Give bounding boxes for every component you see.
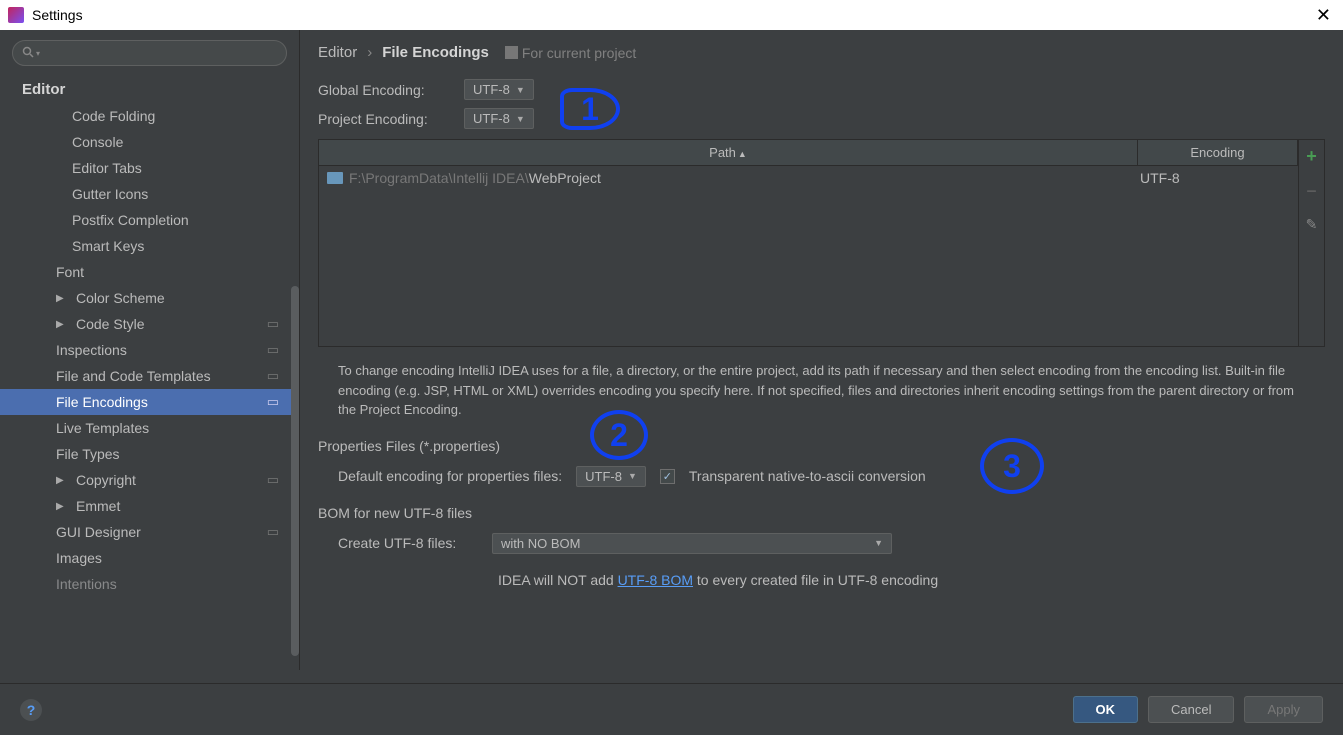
tree-editor-tabs[interactable]: Editor Tabs — [0, 155, 299, 181]
cancel-button[interactable]: Cancel — [1148, 696, 1234, 723]
global-encoding-dropdown[interactable]: UTF-8▼ — [464, 79, 534, 100]
properties-default-label: Default encoding for properties files: — [338, 468, 562, 484]
search-dropdown-icon: ▾ — [36, 49, 40, 58]
tree-smart-keys[interactable]: Smart Keys — [0, 233, 299, 259]
tree-emmet[interactable]: ▶Emmet — [0, 493, 299, 519]
help-button[interactable]: ? — [20, 699, 42, 721]
titlebar: Settings ✕ — [0, 0, 1343, 30]
project-scope-icon: ▭ — [267, 368, 279, 384]
tree-console[interactable]: Console — [0, 129, 299, 155]
edit-button[interactable]: ✎ — [1306, 216, 1318, 233]
properties-encoding-dropdown[interactable]: UTF-8▼ — [576, 466, 646, 487]
create-utf8-label: Create UTF-8 files: — [338, 535, 478, 551]
chevron-down-icon: ▼ — [516, 114, 525, 124]
content-panel: Editor › File Encodings For current proj… — [300, 30, 1343, 670]
chevron-down-icon: ▼ — [516, 85, 525, 95]
folder-icon — [327, 172, 343, 184]
project-scope-icon: ▭ — [267, 524, 279, 540]
footer: ? OK Cancel Apply — [0, 683, 1343, 735]
encoding-table: Path▲ Encoding F:\ProgramData\Intellij I… — [318, 139, 1325, 347]
search-box: ▾ — [12, 40, 287, 66]
table-row[interactable]: F:\ProgramData\Intellij IDEA\WebProject … — [319, 166, 1298, 190]
chevron-right-icon: ▶ — [56, 319, 70, 330]
tree-font[interactable]: Font — [0, 259, 299, 285]
project-encoding-label: Project Encoding: — [318, 111, 452, 127]
bom-note: IDEA will NOT add UTF-8 BOM to every cre… — [498, 572, 1325, 588]
tree-file-types[interactable]: File Types — [0, 441, 299, 467]
close-icon[interactable]: ✕ — [1312, 5, 1335, 26]
project-scope-badge: For current project — [505, 45, 636, 61]
search-icon — [22, 46, 34, 61]
breadcrumb: Editor › File Encodings For current proj… — [318, 44, 1325, 61]
remove-button[interactable]: − — [1306, 181, 1317, 202]
chevron-down-icon: ▼ — [874, 538, 883, 548]
add-button[interactable]: + — [1306, 146, 1317, 167]
scrollbar[interactable] — [291, 286, 299, 656]
tree-code-style[interactable]: ▶Code Style▭ — [0, 311, 299, 337]
tree-intentions[interactable]: Intentions — [0, 571, 299, 597]
chevron-right-icon: ▶ — [56, 293, 70, 304]
search-input[interactable] — [12, 40, 287, 66]
project-scope-icon: ▭ — [267, 342, 279, 358]
create-utf8-dropdown[interactable]: with NO BOM▼ — [492, 533, 892, 554]
tree-file-encodings[interactable]: File Encodings▭ — [0, 389, 299, 415]
app-icon — [8, 7, 24, 23]
apply-button[interactable]: Apply — [1244, 696, 1323, 723]
column-encoding[interactable]: Encoding — [1138, 140, 1298, 165]
tree-live-templates[interactable]: Live Templates — [0, 415, 299, 441]
utf8-bom-link[interactable]: UTF-8 BOM — [618, 572, 693, 588]
window-title: Settings — [32, 7, 83, 23]
chevron-right-icon: ▶ — [56, 475, 70, 486]
tree-gutter-icons[interactable]: Gutter Icons — [0, 181, 299, 207]
tree-color-scheme[interactable]: ▶Color Scheme — [0, 285, 299, 311]
project-scope-icon: ▭ — [267, 316, 279, 332]
project-scope-icon — [505, 46, 518, 59]
tree-inspections[interactable]: Inspections▭ — [0, 337, 299, 363]
tree-images[interactable]: Images — [0, 545, 299, 571]
bom-section-title: BOM for new UTF-8 files — [318, 505, 1325, 521]
tree-copyright[interactable]: ▶Copyright▭ — [0, 467, 299, 493]
tree-file-code-templates[interactable]: File and Code Templates▭ — [0, 363, 299, 389]
project-scope-icon: ▭ — [267, 472, 279, 488]
ok-button[interactable]: OK — [1073, 696, 1139, 723]
transparent-conversion-checkbox[interactable]: ✓ — [660, 469, 675, 484]
properties-section-title: Properties Files (*.properties) — [318, 438, 1325, 454]
breadcrumb-root[interactable]: Editor — [318, 44, 357, 61]
tree-gui-designer[interactable]: GUI Designer▭ — [0, 519, 299, 545]
tree-code-folding[interactable]: Code Folding — [0, 103, 299, 129]
tree-editor-header[interactable]: Editor — [0, 76, 299, 103]
project-scope-icon: ▭ — [267, 394, 279, 410]
chevron-right-icon: › — [367, 44, 372, 61]
global-encoding-label: Global Encoding: — [318, 82, 452, 98]
sidebar: ▾ Editor Code Folding Console Editor Tab… — [0, 30, 300, 670]
tree-postfix-completion[interactable]: Postfix Completion — [0, 207, 299, 233]
chevron-right-icon: ▶ — [56, 501, 70, 512]
chevron-down-icon: ▼ — [628, 471, 637, 481]
project-encoding-dropdown[interactable]: UTF-8▼ — [464, 108, 534, 129]
help-text: To change encoding IntelliJ IDEA uses fo… — [338, 361, 1305, 420]
settings-tree: Editor Code Folding Console Editor Tabs … — [0, 76, 299, 670]
transparent-conversion-label: Transparent native-to-ascii conversion — [689, 468, 926, 484]
breadcrumb-current: File Encodings — [382, 44, 489, 61]
column-path[interactable]: Path▲ — [319, 140, 1138, 165]
sort-asc-icon: ▲ — [738, 149, 747, 159]
